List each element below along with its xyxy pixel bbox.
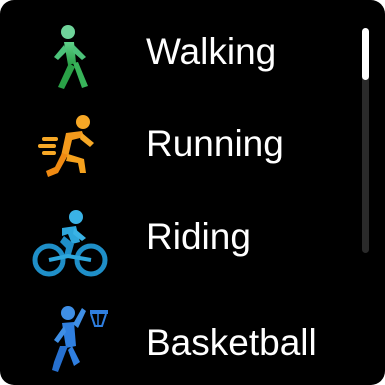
running-figure-icon: [28, 107, 112, 197]
activity-item-basketball[interactable]: Basketball: [0, 296, 345, 385]
watch-face: Walking Running Riding Basketball: [0, 0, 385, 385]
activity-label-running: Running: [146, 123, 284, 164]
activity-label-walking: Walking: [146, 31, 277, 72]
activity-label-riding: Riding: [146, 216, 251, 257]
cycling-figure-icon: [28, 196, 112, 286]
activity-label-basketball: Basketball: [146, 322, 317, 363]
activity-item-walking[interactable]: Walking: [0, 15, 345, 105]
basketball-figure-icon: [28, 296, 112, 385]
walking-figure-icon: [28, 15, 112, 105]
activity-item-riding[interactable]: Riding: [0, 196, 345, 286]
activity-item-running[interactable]: Running: [0, 107, 345, 197]
screen: Walking Running Riding Basketball: [0, 0, 385, 385]
scrollbar-thumb[interactable]: [362, 28, 369, 80]
